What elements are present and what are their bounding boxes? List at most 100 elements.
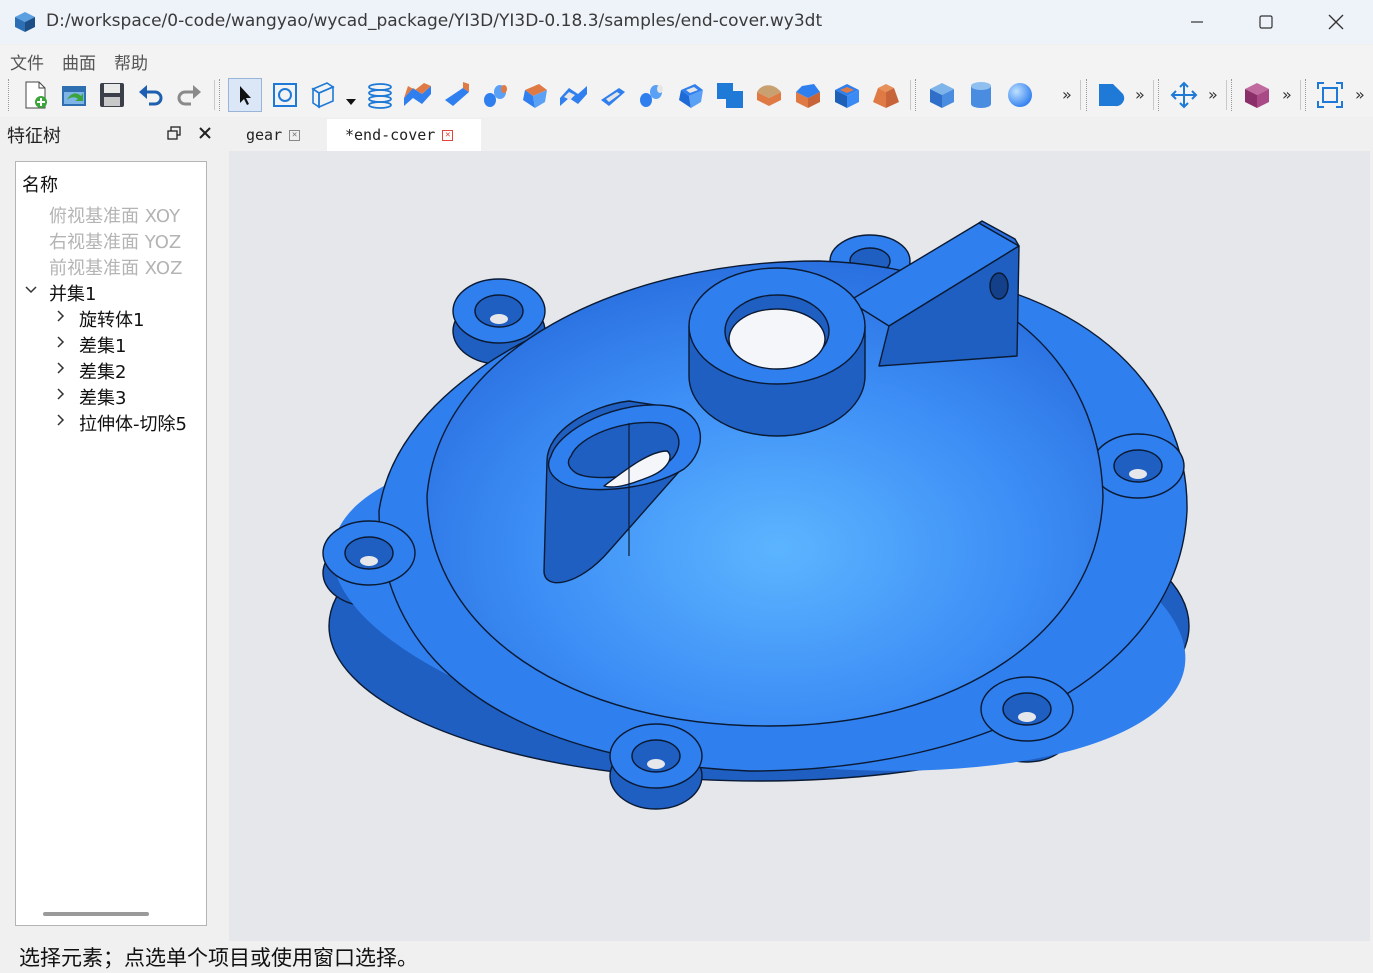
tab-gear[interactable]: gear ✕ bbox=[229, 119, 327, 151]
end-cover-model[interactable] bbox=[229, 151, 1370, 941]
3d-viewport[interactable] bbox=[229, 151, 1370, 941]
extrude-button[interactable] bbox=[401, 78, 435, 112]
cylinder-button[interactable] bbox=[964, 78, 998, 112]
tree-header-name[interactable]: 名称 bbox=[22, 171, 58, 197]
boolean-button[interactable] bbox=[713, 78, 747, 112]
toolbar-separator bbox=[1080, 80, 1081, 110]
tree-item-difference-1[interactable]: 差集1 bbox=[79, 332, 126, 358]
tree-item-plane-xoy[interactable]: 俯视基准面 XOY bbox=[49, 202, 180, 228]
extrude-cut-button[interactable] bbox=[557, 78, 591, 112]
float-window-icon bbox=[167, 126, 181, 140]
maximize-button[interactable] bbox=[1231, 0, 1301, 44]
select-pointer-button[interactable] bbox=[228, 78, 262, 112]
tab-end-cover[interactable]: *end-cover ✕ bbox=[327, 119, 481, 151]
redo-icon bbox=[177, 85, 201, 106]
select-pointer-icon bbox=[240, 86, 251, 105]
feature-tree[interactable]: 名称 俯视基准面 XOY 右视基准面 YOZ 前视基准面 XOZ 并集1 旋转体… bbox=[15, 161, 207, 926]
tree-item-extrude-cut[interactable]: 拉伸体-切除5 bbox=[79, 410, 187, 436]
title-bar: D:/workspace/0-code/wangyao/wycad_packag… bbox=[0, 0, 1373, 44]
dock-float-button[interactable] bbox=[167, 125, 181, 144]
fillet-button[interactable] bbox=[752, 78, 786, 112]
menu-surface[interactable]: 曲面 bbox=[62, 49, 96, 74]
revolve-button[interactable] bbox=[440, 78, 474, 112]
open-document-button[interactable] bbox=[57, 78, 91, 112]
toolbar-more-view[interactable]: » bbox=[1355, 85, 1365, 104]
draft-icon bbox=[873, 84, 899, 108]
open-document-icon bbox=[62, 86, 86, 106]
boolean-icon bbox=[717, 83, 743, 108]
window-title: D:/workspace/0-code/wangyao/wycad_packag… bbox=[46, 11, 823, 31]
close-icon[interactable]: ✕ bbox=[289, 129, 301, 141]
new-document-button[interactable] bbox=[19, 78, 53, 112]
sketch-button[interactable] bbox=[268, 78, 302, 112]
plane-button[interactable] bbox=[306, 78, 340, 112]
toolbar-separator bbox=[910, 80, 911, 110]
close-icon[interactable]: ✕ bbox=[442, 129, 454, 141]
toolbar-separator bbox=[1226, 80, 1227, 110]
sweep-cut-button[interactable] bbox=[635, 78, 669, 112]
sketch-icon bbox=[273, 83, 297, 107]
toolbar-more-transform[interactable]: » bbox=[1208, 85, 1218, 104]
toolbar-separator bbox=[1153, 80, 1154, 110]
solid-button[interactable] bbox=[1240, 78, 1274, 112]
toolbar-more-solid[interactable]: » bbox=[1282, 85, 1292, 104]
dock-close-button[interactable] bbox=[198, 125, 212, 144]
revolve-cut-button[interactable] bbox=[596, 78, 630, 112]
toolbar-more-primitives[interactable]: » bbox=[1062, 85, 1072, 104]
box-button[interactable] bbox=[925, 78, 959, 112]
toolbar-grip[interactable] bbox=[1305, 79, 1309, 111]
shell-icon bbox=[835, 84, 859, 108]
close-window-button[interactable] bbox=[1301, 0, 1371, 44]
cylinder-icon bbox=[971, 82, 991, 108]
chamfer-button[interactable] bbox=[791, 78, 825, 112]
undo-button[interactable] bbox=[134, 78, 168, 112]
toolbar-grip[interactable] bbox=[8, 79, 12, 111]
chevron-right-icon[interactable] bbox=[56, 361, 66, 375]
extrude-cut-icon bbox=[560, 86, 587, 106]
redo-button[interactable] bbox=[172, 78, 206, 112]
save-button[interactable] bbox=[95, 78, 129, 112]
move-button[interactable] bbox=[1167, 78, 1201, 112]
tree-horizontal-scrollbar[interactable] bbox=[43, 912, 149, 916]
toolbar-more-shapes[interactable]: » bbox=[1135, 85, 1145, 104]
plane-icon bbox=[311, 82, 335, 109]
toolbar-grip[interactable] bbox=[915, 79, 919, 111]
sweep-button[interactable] bbox=[479, 78, 513, 112]
tree-item-revolve[interactable]: 旋转体1 bbox=[79, 306, 144, 332]
tree-item-union[interactable]: 并集1 bbox=[49, 280, 96, 306]
tree-item-plane-xoz[interactable]: 前视基准面 XOZ bbox=[49, 254, 182, 280]
toolbar-grip[interactable] bbox=[1158, 79, 1162, 111]
menu-file[interactable]: 文件 bbox=[10, 49, 44, 74]
fit-view-button[interactable] bbox=[1313, 78, 1347, 112]
menu-help[interactable]: 帮助 bbox=[114, 49, 148, 74]
minimize-button[interactable] bbox=[1162, 0, 1232, 44]
loft-button[interactable] bbox=[518, 78, 552, 112]
revolve-icon bbox=[445, 82, 469, 106]
loft-cut-button[interactable] bbox=[674, 78, 708, 112]
chevron-right-icon[interactable] bbox=[56, 387, 66, 401]
solid-icon bbox=[1245, 83, 1269, 108]
tree-item-plane-yoz[interactable]: 右视基准面 YOZ bbox=[49, 228, 181, 254]
draft-button[interactable] bbox=[869, 78, 903, 112]
plane-dropdown[interactable] bbox=[345, 91, 357, 110]
chevron-down-icon[interactable] bbox=[24, 285, 38, 295]
toolbar-grip[interactable] bbox=[219, 79, 223, 111]
tree-item-difference-2[interactable]: 差集2 bbox=[79, 358, 126, 384]
maximize-icon bbox=[1259, 15, 1273, 29]
status-bar: 选择元素；点选单个项目或使用窗口选择。 bbox=[0, 941, 1373, 973]
toolbar-grip[interactable] bbox=[1231, 79, 1235, 111]
tab-label: gear bbox=[246, 126, 283, 144]
fit-view-icon bbox=[1317, 82, 1343, 108]
tree-item-difference-3[interactable]: 差集3 bbox=[79, 384, 126, 410]
chevron-right-icon[interactable] bbox=[56, 335, 66, 349]
helix-button[interactable] bbox=[363, 78, 397, 112]
chamfer-icon bbox=[796, 84, 820, 108]
chevron-right-icon[interactable] bbox=[56, 309, 66, 323]
shape-button[interactable] bbox=[1094, 78, 1128, 112]
shell-button[interactable] bbox=[830, 78, 864, 112]
sphere-button[interactable] bbox=[1003, 78, 1037, 112]
loft-icon bbox=[523, 84, 547, 108]
feature-tree-dock-header: 特征树 bbox=[0, 119, 222, 147]
chevron-right-icon[interactable] bbox=[56, 413, 66, 427]
toolbar-grip[interactable] bbox=[1086, 79, 1090, 111]
